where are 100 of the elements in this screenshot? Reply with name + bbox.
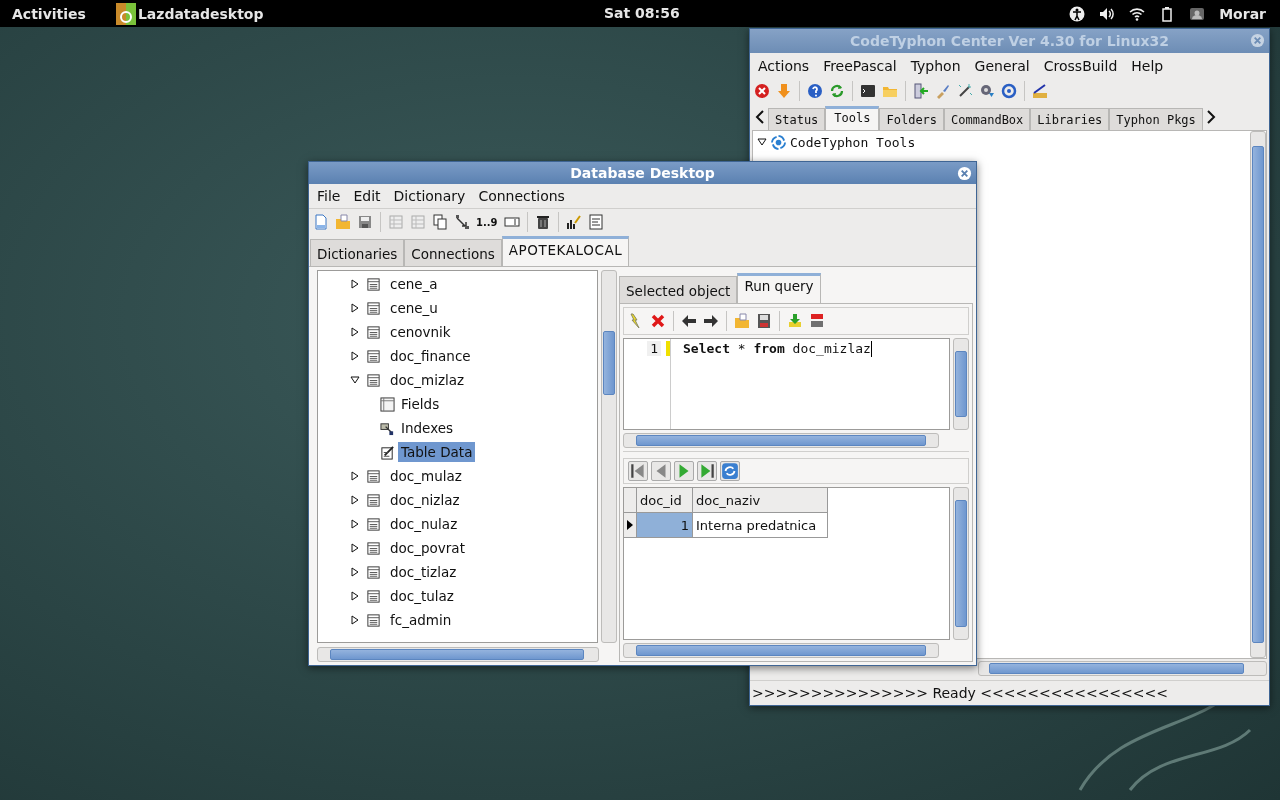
ruler-icon[interactable] xyxy=(1032,83,1048,99)
download-icon[interactable] xyxy=(787,313,803,329)
new-document-icon[interactable] xyxy=(313,214,329,230)
last-record-icon[interactable] xyxy=(697,461,717,481)
menu-item[interactable]: Actions xyxy=(758,57,810,74)
tree-item[interactable]: Table Data xyxy=(398,442,476,462)
tab[interactable]: CommandBox xyxy=(944,108,1031,130)
tree-item[interactable]: doc_tulaz xyxy=(387,586,457,606)
scroll-thumb[interactable] xyxy=(989,663,1244,674)
cross-icon[interactable] xyxy=(650,313,666,329)
help-icon[interactable] xyxy=(807,83,823,99)
expander-icon[interactable] xyxy=(350,351,360,361)
trash-icon[interactable] xyxy=(534,214,551,230)
tree-item[interactable]: doc_nulaz xyxy=(387,514,461,534)
expander-icon[interactable] xyxy=(350,279,360,289)
expander-icon[interactable] xyxy=(350,519,360,529)
scroll-thumb[interactable] xyxy=(330,649,584,660)
tree-item[interactable]: doc_tizlaz xyxy=(387,562,460,582)
refresh-icon[interactable] xyxy=(829,83,845,99)
sql-editor[interactable]: 1 Select* from doc_mizlaz xyxy=(623,338,950,430)
chart-icon[interactable] xyxy=(565,214,582,230)
activities-button[interactable]: Activities xyxy=(12,5,86,22)
menu-item[interactable]: Typhon xyxy=(910,57,961,74)
report-icon[interactable] xyxy=(587,214,604,230)
text-field-icon[interactable] xyxy=(503,214,520,230)
expander-icon[interactable] xyxy=(350,327,360,337)
tree-item[interactable]: doc_povrat xyxy=(387,538,468,558)
number-format-button[interactable]: 1..9 xyxy=(476,216,498,228)
back-arrow-icon[interactable] xyxy=(681,313,697,329)
expander-icon[interactable] xyxy=(350,471,360,481)
open-folder-icon[interactable] xyxy=(335,214,351,230)
scrollbar[interactable] xyxy=(623,643,939,658)
menu-item[interactable]: Dictionary xyxy=(393,188,466,204)
tab[interactable]: Tools xyxy=(825,106,880,130)
expander-icon[interactable] xyxy=(350,615,360,625)
scrollbar[interactable] xyxy=(317,647,599,662)
scrollbar[interactable] xyxy=(953,338,969,430)
tab[interactable]: Connections xyxy=(404,239,502,266)
menu-item[interactable]: FreePascal xyxy=(823,57,897,74)
menu-item[interactable]: General xyxy=(974,57,1030,74)
tree-item[interactable]: Indexes xyxy=(398,418,457,438)
stop-icon[interactable] xyxy=(754,83,770,99)
save-icon[interactable] xyxy=(357,214,373,230)
tab[interactable]: Folders xyxy=(879,108,945,130)
scroll-right-icon[interactable] xyxy=(1205,109,1216,125)
tree-item[interactable]: cene_a xyxy=(387,274,441,294)
save-icon[interactable] xyxy=(756,313,772,329)
forward-arrow-icon[interactable] xyxy=(703,313,719,329)
sort-icon[interactable] xyxy=(454,214,470,230)
ring-icon[interactable] xyxy=(1001,83,1017,99)
tree-item[interactable]: doc_finance xyxy=(387,346,474,366)
scrollbar[interactable] xyxy=(953,487,969,640)
tree-item[interactable]: fc_admin xyxy=(387,610,455,630)
user-icon[interactable] xyxy=(1189,5,1206,22)
menu-item[interactable]: CrossBuild xyxy=(1043,57,1118,74)
scroll-thumb[interactable] xyxy=(955,351,967,417)
first-record-icon[interactable] xyxy=(628,461,648,481)
open-folder-icon[interactable] xyxy=(734,313,750,329)
import-icon[interactable] xyxy=(913,83,929,99)
tree-item[interactable]: Fields xyxy=(398,394,443,414)
scroll-thumb[interactable] xyxy=(1252,146,1264,643)
tree-item[interactable]: doc_mulaz xyxy=(387,466,465,486)
scroll-thumb[interactable] xyxy=(955,500,967,627)
expander-icon[interactable] xyxy=(350,591,360,601)
brush-icon[interactable] xyxy=(935,83,951,99)
expander-icon[interactable] xyxy=(350,567,360,577)
app-menu[interactable]: Lazdatadesktop xyxy=(137,5,264,22)
wifi-icon[interactable] xyxy=(1129,5,1146,22)
expander-icon[interactable] xyxy=(350,495,360,505)
column-header[interactable]: doc_naziv xyxy=(693,488,828,513)
tab[interactable]: Run query xyxy=(737,273,821,303)
database-icon[interactable] xyxy=(115,2,136,25)
scrollbar[interactable] xyxy=(623,433,939,448)
menu-item[interactable]: Help xyxy=(1131,57,1164,74)
refresh-icon[interactable] xyxy=(720,461,740,481)
scroll-left-icon[interactable] xyxy=(755,109,765,125)
wand-icon[interactable] xyxy=(957,83,973,99)
document-icon[interactable] xyxy=(809,313,825,329)
tab[interactable]: Typhon Pkgs xyxy=(1109,108,1203,130)
scrollbar[interactable] xyxy=(978,661,1267,676)
accessibility-icon[interactable] xyxy=(1069,5,1086,22)
column-header[interactable]: doc_id xyxy=(637,488,693,513)
copy-icon[interactable] xyxy=(432,214,448,230)
scrollbar[interactable] xyxy=(601,270,617,643)
tree-item[interactable]: cenovnik xyxy=(387,322,454,342)
tab[interactable]: Status xyxy=(768,108,826,130)
tab[interactable]: APOTEKALOCAL xyxy=(501,236,630,266)
tab[interactable]: Libraries xyxy=(1030,108,1110,130)
volume-icon[interactable] xyxy=(1099,5,1116,22)
user-menu[interactable]: Morar xyxy=(1219,5,1266,22)
tree-item[interactable]: doc_nizlaz xyxy=(387,490,463,510)
tree-item[interactable]: CodeTyphon Tools xyxy=(790,134,916,150)
scrollbar[interactable] xyxy=(1250,131,1266,658)
scroll-thumb[interactable] xyxy=(636,435,926,446)
menu-item[interactable]: File xyxy=(317,188,341,204)
tab[interactable]: Selected object xyxy=(619,276,738,303)
clock[interactable]: Sat 08:56 xyxy=(604,5,680,21)
scroll-thumb[interactable] xyxy=(636,645,926,656)
expander-icon[interactable] xyxy=(350,375,360,385)
menu-item[interactable]: Connections xyxy=(478,188,565,204)
